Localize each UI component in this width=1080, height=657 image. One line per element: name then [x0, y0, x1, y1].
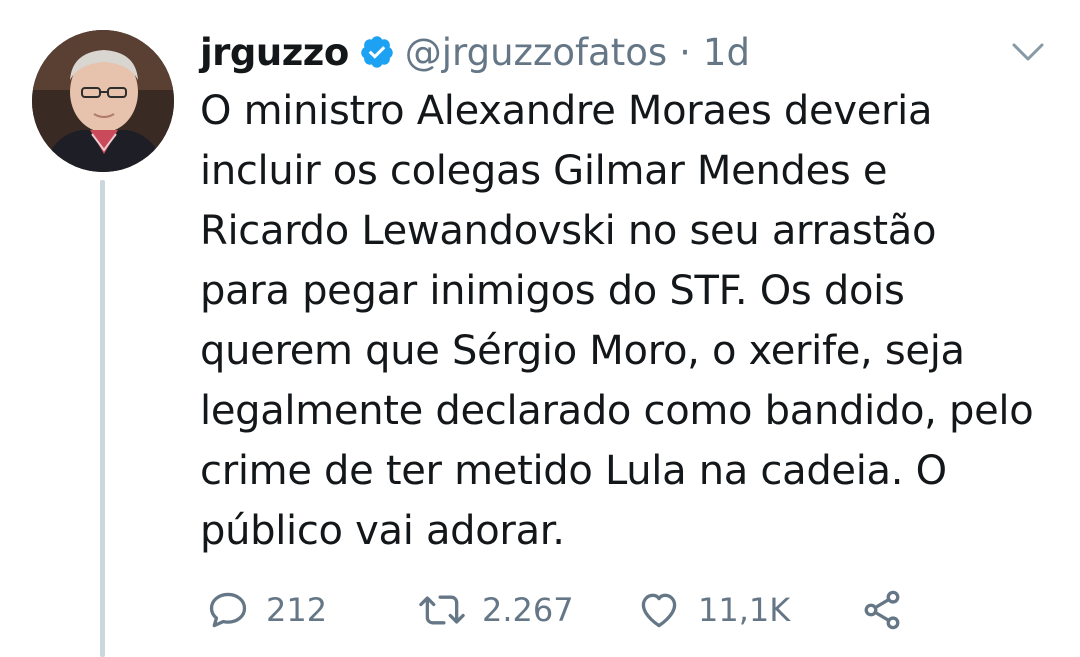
- retweet-icon: [419, 595, 465, 625]
- tweet-text-line: legalmente declarado como bandido, pelo: [200, 388, 1034, 434]
- thread-line: [100, 180, 105, 657]
- share-button[interactable]: [860, 584, 904, 636]
- tweet-text-line: crime de ter metido Lula na cadeia. O: [200, 448, 947, 494]
- like-button[interactable]: 11,1K: [636, 584, 790, 636]
- display-name[interactable]: jrguzzo: [200, 31, 349, 74]
- retweet-count: 2.267: [482, 591, 574, 629]
- tweet-text: O ministro Alexandre Moraes deveria incl…: [200, 81, 1060, 561]
- reply-icon: [209, 592, 247, 628]
- tweet-text-line: Ricardo Lewandovski no seu arrastão: [200, 208, 937, 254]
- like-count: 11,1K: [698, 591, 791, 629]
- tweet-text-line: público vai adorar.: [200, 508, 565, 554]
- avatar[interactable]: [32, 30, 174, 172]
- user-handle[interactable]: @jrguzzofatos: [405, 31, 667, 74]
- reply-count: 212: [266, 591, 328, 629]
- tweet-text-line: para pegar inimigos do STF. Os dois: [200, 268, 905, 314]
- verified-badge-icon: [359, 34, 395, 70]
- tweet-header: jrguzzo @jrguzzofatos · 1d: [200, 26, 750, 78]
- timestamp[interactable]: 1d: [703, 31, 750, 74]
- tweet-text-line: incluir os colegas Gilmar Mendes e: [200, 148, 888, 194]
- tweet-text-line: O ministro Alexandre Moraes deveria: [200, 88, 933, 134]
- separator-dot: ·: [679, 30, 691, 74]
- tweet[interactable]: jrguzzo @jrguzzofatos · 1d O ministro Al…: [0, 0, 1080, 657]
- heart-icon: [641, 593, 677, 628]
- avatar-image: [32, 30, 174, 172]
- reply-button[interactable]: 212: [206, 584, 327, 636]
- chevron-down-icon[interactable]: [1010, 40, 1046, 64]
- tweet-text-line: querem que Sérgio Moro, o xerife, seja: [200, 328, 965, 374]
- share-icon: [864, 590, 900, 630]
- retweet-button[interactable]: 2.267: [418, 584, 574, 636]
